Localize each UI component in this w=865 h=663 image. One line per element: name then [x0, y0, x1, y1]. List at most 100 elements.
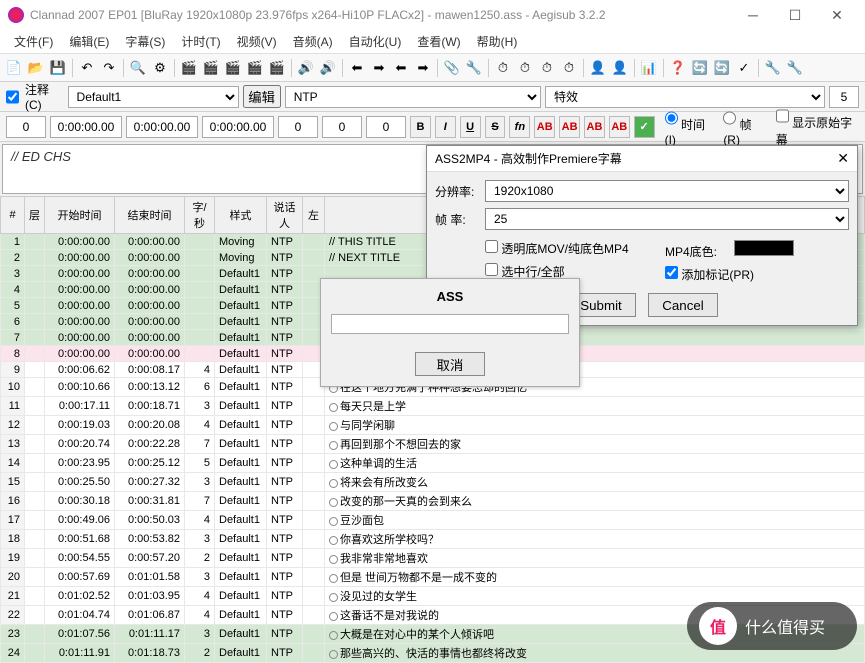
watermark: 值 什么值得买 — [687, 602, 857, 650]
layer-input[interactable] — [6, 116, 46, 138]
toolbar-button[interactable]: 🎬 — [223, 58, 243, 78]
fps-select[interactable]: 25 — [485, 208, 849, 230]
start-time-input[interactable] — [50, 116, 122, 138]
resolution-label: 分辨率: — [435, 183, 479, 200]
toolbar-button[interactable]: 👤 — [588, 58, 608, 78]
toolbar-button[interactable]: ⚙ — [150, 58, 170, 78]
progress-cancel-button[interactable]: 取消 — [415, 352, 485, 376]
style-combo[interactable]: Default1 — [68, 86, 239, 108]
color4-button[interactable]: AB — [609, 116, 630, 138]
toolbar-button[interactable]: 🔊 — [296, 58, 316, 78]
underline-button[interactable]: U — [460, 116, 481, 138]
actor-combo[interactable]: NTP — [285, 86, 541, 108]
menu-item[interactable]: 帮助(H) — [469, 31, 526, 52]
bgcolor-label: MP4底色: — [665, 245, 717, 259]
menu-item[interactable]: 文件(F) — [6, 31, 61, 52]
table-row[interactable]: 180:00:51.680:00:53.823Default1NTP你喜欢这所学… — [1, 530, 865, 549]
margin-r-input[interactable] — [322, 116, 362, 138]
show-orig-checkbox[interactable]: 显示原始字幕 — [776, 105, 859, 148]
table-row[interactable]: 130:00:20.740:00:22.287Default1NTP再回到那个不… — [1, 435, 865, 454]
comment-checkbox[interactable] — [6, 86, 19, 108]
cancel-button[interactable]: Cancel — [648, 293, 718, 317]
menu-item[interactable]: 视频(V) — [229, 31, 285, 52]
color1-button[interactable]: AB — [534, 116, 555, 138]
toolbar-button[interactable]: 🔄 — [712, 58, 732, 78]
strike-button[interactable]: S — [485, 116, 506, 138]
table-row[interactable]: 200:00:57.690:01:01.583Default1NTP但是 世间万… — [1, 568, 865, 587]
menu-item[interactable]: 音频(A) — [285, 31, 341, 52]
time-row: B I U S fn AB AB AB AB ✓ 时间(I) 帧(R) 显示原始… — [0, 112, 865, 142]
toolbar-button[interactable]: ⏱ — [493, 58, 513, 78]
toolbar-button[interactable]: 💾 — [48, 58, 68, 78]
table-row[interactable]: 140:00:23.950:00:25.125Default1NTP这种单调的生… — [1, 454, 865, 473]
close-button[interactable]: ✕ — [817, 0, 857, 30]
menu-item[interactable]: 字幕(S) — [117, 31, 173, 52]
margin-v-input[interactable] — [366, 116, 406, 138]
table-row[interactable]: 190:00:54.550:00:57.202Default1NTP我非常非常地… — [1, 549, 865, 568]
column-header[interactable]: 层 — [25, 197, 45, 234]
menu-item[interactable]: 查看(W) — [409, 31, 468, 52]
color2-button[interactable]: AB — [559, 116, 580, 138]
toolbar-button[interactable]: ⬅ — [347, 58, 367, 78]
menu-item[interactable]: 自动化(U) — [341, 31, 410, 52]
toolbar-button[interactable]: 🎬 — [245, 58, 265, 78]
bold-button[interactable]: B — [410, 116, 431, 138]
toolbar-button[interactable]: ➡ — [369, 58, 389, 78]
menu-item[interactable]: 计时(T) — [173, 31, 228, 52]
column-header[interactable]: 样式 — [215, 197, 267, 234]
column-header[interactable]: # — [1, 197, 25, 234]
time-mode-radio[interactable]: 时间(I) — [665, 107, 714, 147]
toolbar-button[interactable]: 📄 — [4, 58, 24, 78]
toolbar-button[interactable]: 📂 — [26, 58, 46, 78]
duration-input[interactable] — [202, 116, 274, 138]
column-header[interactable]: 结束时间 — [115, 197, 185, 234]
toolbar-button[interactable]: 🎬 — [267, 58, 287, 78]
minimize-button[interactable]: ─ — [733, 0, 773, 30]
watermark-text: 什么值得买 — [745, 614, 825, 638]
color3-button[interactable]: AB — [584, 116, 605, 138]
column-header[interactable]: 字/秒 — [185, 197, 215, 234]
resolution-select[interactable]: 1920x1080 — [485, 180, 849, 202]
toolbar-button[interactable]: ↶ — [77, 58, 97, 78]
italic-button[interactable]: I — [435, 116, 456, 138]
toolbar-button[interactable]: 🎬 — [201, 58, 221, 78]
maximize-button[interactable]: ☐ — [775, 0, 815, 30]
toolbar-button[interactable]: ✓ — [734, 58, 754, 78]
toolbar-button[interactable]: ⬅ — [391, 58, 411, 78]
toolbar-button[interactable]: ❓ — [668, 58, 688, 78]
font-button[interactable]: fn — [509, 116, 530, 138]
column-header[interactable]: 左 — [303, 197, 325, 234]
menu-item[interactable]: 编辑(E) — [61, 31, 117, 52]
toolbar-button[interactable]: 📎 — [442, 58, 462, 78]
toolbar-button[interactable]: 📊 — [639, 58, 659, 78]
toolbar-button[interactable]: 🔧 — [763, 58, 783, 78]
column-header[interactable]: 说话人 — [267, 197, 303, 234]
toolbar-button[interactable]: ↷ — [99, 58, 119, 78]
toolbar-button[interactable]: ⏱ — [559, 58, 579, 78]
table-row[interactable]: 120:00:19.030:00:20.084Default1NTP与同学闲聊 — [1, 416, 865, 435]
toolbar-button[interactable]: 👤 — [610, 58, 630, 78]
toolbar-button[interactable]: ➡ — [413, 58, 433, 78]
toolbar-button[interactable]: 🔄 — [690, 58, 710, 78]
toolbar-button[interactable]: 🔍 — [128, 58, 148, 78]
table-row[interactable]: 150:00:25.500:00:27.323Default1NTP将来会有所改… — [1, 473, 865, 492]
margin-l-input[interactable] — [278, 116, 318, 138]
transparent-checkbox[interactable]: 透明底MOV/纯底色MP4 — [485, 240, 665, 257]
add-marker-checkbox[interactable]: 添加标记(PR) — [665, 266, 794, 283]
frame-mode-radio[interactable]: 帧(R) — [723, 107, 765, 147]
edit-style-button[interactable]: 编辑 — [243, 85, 281, 108]
toolbar-button[interactable]: 🔊 — [318, 58, 338, 78]
column-header[interactable]: 开始时间 — [45, 197, 115, 234]
toolbar-button[interactable]: ⏱ — [537, 58, 557, 78]
table-row[interactable]: 160:00:30.180:00:31.817Default1NTP改变的那一天… — [1, 492, 865, 511]
toolbar-button[interactable]: 🔧 — [785, 58, 805, 78]
end-time-input[interactable] — [126, 116, 198, 138]
commit-button[interactable]: ✓ — [634, 116, 655, 138]
dialog-close-icon[interactable]: ✕ — [837, 150, 849, 167]
table-row[interactable]: 170:00:49.060:00:50.034Default1NTP豆沙面包 — [1, 511, 865, 530]
toolbar-button[interactable]: ⏱ — [515, 58, 535, 78]
toolbar-button[interactable]: 🔧 — [464, 58, 484, 78]
bgcolor-swatch[interactable] — [734, 240, 794, 256]
toolbar-button[interactable]: 🎬 — [179, 58, 199, 78]
table-row[interactable]: 110:00:17.110:00:18.713Default1NTP每天只是上学 — [1, 397, 865, 416]
